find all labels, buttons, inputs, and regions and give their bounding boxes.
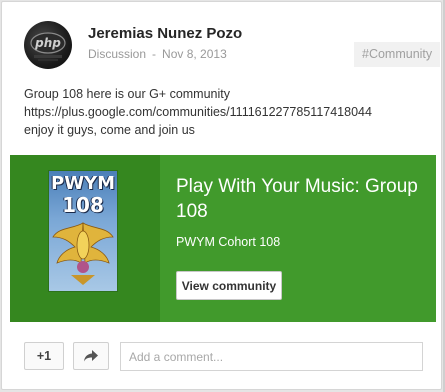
php-logo-icon: php [30,32,66,61]
post-category[interactable]: Discussion [88,47,146,61]
svg-text:php: php [34,36,61,50]
share-arrow-icon [84,350,98,362]
community-title[interactable]: Play With Your Music: Group 108 [176,174,426,224]
post-date[interactable]: Nov 8, 2013 [162,47,227,61]
post-text-line: enjoy it guys, come and join us [24,123,195,137]
community-subtitle: PWYM Cohort 108 [176,235,281,249]
view-community-button[interactable]: View community [176,271,282,300]
meta-separator: - [152,47,157,61]
plus-one-button[interactable]: +1 [24,342,64,370]
post-card: php Jeremias Nunez Pozo Discussion - Nov 8… [1,1,442,390]
share-button[interactable] [73,342,109,370]
comment-input[interactable] [120,342,423,371]
post-text-line: Group 108 here is our G+ community [24,87,230,101]
community-poster-image: PWYM 108 [49,171,117,291]
post-actions-bar: +1 [2,322,441,389]
community-share-card[interactable]: PWYM 108 Play With Your Music: Group 108… [10,155,436,322]
post-link[interactable]: https://plus.google.com/communities/1111… [24,103,434,121]
winged-emblem-icon [52,222,114,285]
poster-number: 108 [62,193,104,217]
poster-title: PWYM [51,173,115,194]
hashtag-badge[interactable]: #Community [354,42,440,67]
post-body: Group 108 here is our G+ community https… [24,85,434,139]
community-thumbnail[interactable]: PWYM 108 [10,155,160,322]
author-name[interactable]: Jeremias Nunez Pozo [88,25,242,42]
post-meta: Discussion - Nov 8, 2013 [88,47,227,61]
author-avatar[interactable]: php [24,21,72,69]
